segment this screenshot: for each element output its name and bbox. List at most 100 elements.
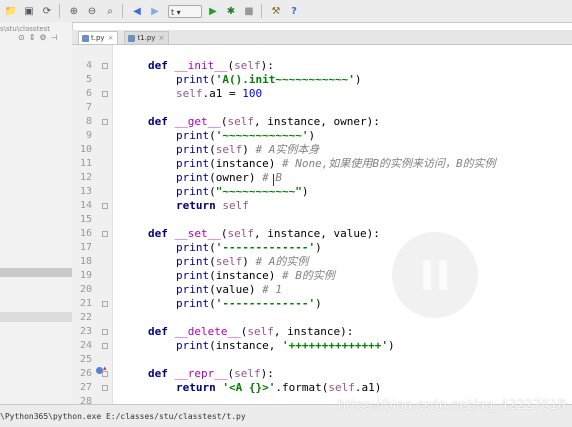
code-line[interactable]: print(instance, '++++++++++++++') — [176, 339, 395, 353]
code-token: ) — [242, 255, 256, 268]
code-line[interactable]: def __repr__(self): — [148, 367, 274, 381]
code-token: # 1 — [262, 283, 282, 296]
code-token: self — [215, 143, 243, 156]
line-number-gutter[interactable]: 4 5 6 7 8 9 10 11 12 13 14 15 16 17 18 19 20 21 22 23 24 25 26… — [72, 45, 113, 407]
fold-marker-icon[interactable] — [102, 91, 108, 97]
back-icon[interactable]: ◀ — [130, 4, 144, 18]
project-tree-selection[interactable] — [0, 268, 72, 277]
watermark: https://blog.csdn.net/qq_42227818 — [337, 398, 566, 413]
pause-overlay — [392, 232, 478, 318]
code-line[interactable]: print(owner) # B — [176, 171, 282, 185]
project-tree-row[interactable] — [0, 312, 72, 322]
code-token: self — [234, 367, 261, 380]
code-token: .a1 = — [202, 87, 243, 100]
code-line[interactable]: def __delete__(self, instance): — [148, 325, 353, 339]
code-token: '<A {}>' — [222, 381, 276, 394]
fold-marker-icon[interactable] — [102, 203, 108, 209]
stop-icon[interactable]: ■ — [242, 4, 256, 18]
pause-bar — [423, 260, 431, 290]
line-number: 21 — [79, 298, 92, 309]
python-file-icon — [82, 34, 89, 42]
tab-t-py[interactable]: t.py × — [78, 31, 119, 44]
zoom-in-icon[interactable]: ⊕ — [67, 4, 81, 18]
fold-marker-icon[interactable] — [102, 329, 108, 335]
debug-icon[interactable]: ✱ — [224, 4, 238, 18]
code-line[interactable]: print('~~~~~~~~~~~~') — [176, 129, 315, 143]
code-token: "~~~~~~~~~~~" — [215, 185, 302, 198]
fold-marker-icon[interactable] — [102, 385, 108, 391]
gear-icon[interactable]: ⚙ — [39, 33, 46, 42]
zoom-out-icon[interactable]: ⊖ — [85, 4, 99, 18]
code-line[interactable]: print(value) # 1 — [176, 283, 282, 297]
code-token: ( — [209, 185, 216, 198]
line-number: 23 — [79, 326, 92, 337]
fold-marker-icon[interactable] — [102, 301, 108, 307]
run-icon[interactable]: ▶ — [206, 4, 220, 18]
override-method-icon[interactable] — [96, 367, 103, 374]
code-token: ( — [209, 73, 216, 86]
open-icon[interactable]: 📁 — [4, 4, 18, 18]
help-icon[interactable]: ? — [287, 4, 301, 18]
code-token: ) — [315, 297, 322, 310]
code-line[interactable]: print(self) # A的实例 — [176, 255, 308, 269]
line-number: 22 — [79, 312, 92, 323]
code-token: print — [176, 241, 210, 254]
code-line[interactable]: print('-------------') — [176, 297, 322, 311]
code-token: # None,如果使用B的实例来访问，B的实例 — [281, 157, 496, 170]
hide-icon[interactable]: ⊣ — [51, 33, 58, 42]
code-token: def — [148, 115, 168, 128]
line-number: 13 — [79, 186, 92, 197]
close-icon[interactable]: × — [158, 34, 164, 42]
code-line[interactable]: print(instance) # None,如果使用B的实例来访问，B的实例 — [176, 157, 496, 171]
code-line[interactable]: def __set__(self, instance, value): — [148, 227, 380, 241]
code-token: ) — [315, 241, 322, 254]
code-token: __delete__ — [174, 325, 241, 338]
sync-icon[interactable]: ⟳ — [40, 4, 54, 18]
code-token: self — [227, 115, 254, 128]
line-number: 9 — [85, 130, 92, 141]
code-editor[interactable]: def __init__(self): print('A().init~~~~~~… — [113, 45, 572, 404]
code-line[interactable]: def __init__(self): — [148, 59, 274, 73]
code-line[interactable]: print('A().init~~~~~~~~~~~') — [176, 73, 361, 87]
save-icon[interactable]: ▣ — [22, 4, 36, 18]
fold-marker-icon[interactable] — [102, 231, 108, 237]
line-number: 11 — [79, 158, 92, 169]
tab-t1-py[interactable]: t1.py × — [124, 31, 170, 44]
find-icon[interactable]: ⌕ — [103, 4, 117, 18]
settings-icon[interactable]: ⚒ — [269, 4, 283, 18]
line-number: 24 — [79, 340, 92, 351]
run-command: \Python365\python.exe E:/classes/stu/cla… — [0, 412, 246, 421]
code-line[interactable]: self.a1 = 100 — [176, 87, 262, 101]
fold-marker-icon[interactable] — [102, 63, 108, 69]
code-token: '++++++++++++++' — [281, 339, 388, 352]
code-line[interactable]: print(instance) # B的实例 — [176, 269, 335, 283]
forward-icon[interactable]: ▶ — [148, 4, 162, 18]
code-line[interactable]: return '<A {}>'.format(self.a1) — [176, 381, 381, 395]
locate-icon[interactable]: ⊙ — [18, 33, 25, 42]
code-line[interactable]: print(self) # A实例本身 — [176, 143, 319, 157]
code-token: self — [222, 199, 249, 212]
code-line[interactable]: print("~~~~~~~~~~~") — [176, 185, 308, 199]
code-line[interactable]: def __get__(self, instance, owner): — [148, 115, 380, 129]
code-token: ( — [209, 241, 216, 254]
code-token: ( — [209, 255, 216, 268]
code-token: # A的实例 — [255, 255, 309, 268]
code-line[interactable]: print('-------------') — [176, 241, 322, 255]
project-panel-toolbar: ⊙ ⇕ ⚙ ⊣ — [18, 33, 58, 42]
code-token: print — [176, 129, 210, 142]
collapse-icon[interactable]: ⇕ — [29, 33, 36, 42]
code-token: def — [148, 59, 168, 72]
code-line[interactable]: return self — [176, 199, 249, 213]
run-config-select[interactable]: t ▾ — [168, 4, 202, 18]
fold-marker-icon[interactable] — [102, 343, 108, 349]
fold-marker-icon[interactable] — [102, 119, 108, 125]
close-icon[interactable]: × — [108, 34, 114, 42]
code-token: .a1) — [354, 381, 382, 394]
code-token: print — [176, 185, 210, 198]
code-token: .format( — [275, 381, 329, 394]
code-token: ( — [209, 143, 216, 156]
code-token: print — [176, 283, 210, 296]
tab-label: t.py — [91, 34, 105, 42]
code-token: (owner) — [209, 171, 263, 184]
